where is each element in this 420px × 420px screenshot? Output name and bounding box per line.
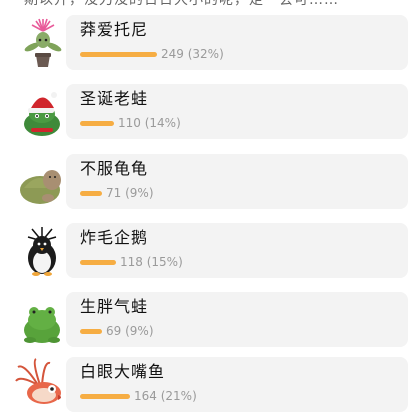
item-name: 生胖气蛙 xyxy=(80,297,149,316)
vote-item[interactable]: 炸毛企鹅 118 (15%) xyxy=(8,223,408,278)
vote-item[interactable]: 不服龟龟 71 (9%) xyxy=(8,154,408,209)
vote-percent: (14%) xyxy=(144,116,181,130)
vote-bar xyxy=(80,393,130,399)
item-name: 炸毛企鹅 xyxy=(80,228,149,247)
chubby-frog-plush-icon xyxy=(14,292,70,347)
item-name: 不服龟龟 xyxy=(80,159,149,178)
vote-count: 69 xyxy=(106,324,122,338)
vote-stat-row: 69 (9%) xyxy=(80,323,154,339)
vote-percent: (9%) xyxy=(125,186,154,200)
lionfish-plush-icon xyxy=(14,357,70,412)
vote-results-page: 期以开，没刀没的日日大小的呢，走一会可…… 莽爱托尼 249 (32%) 圣诞老… xyxy=(0,0,420,420)
vote-stat-row: 249 (32%) xyxy=(80,46,224,62)
vote-bar xyxy=(80,328,102,334)
vote-count: 164 xyxy=(134,389,157,403)
vote-percent: (15%) xyxy=(146,255,183,269)
vote-card: 不服龟龟 71 (9%) xyxy=(66,154,408,209)
header-partial-text: 期以开，没刀没的日日大小的呢，走一会可…… xyxy=(24,0,339,8)
vote-item[interactable]: 生胖气蛙 69 (9%) xyxy=(8,292,408,347)
vote-bar xyxy=(80,120,114,126)
thistle-plant-plush-icon xyxy=(14,15,70,70)
vote-bar xyxy=(80,51,157,57)
vote-card: 炸毛企鹅 118 (15%) xyxy=(66,223,408,278)
item-name: 白眼大嘴鱼 xyxy=(80,362,166,381)
vote-card: 白眼大嘴鱼 164 (21%) xyxy=(66,357,408,412)
turtle-plush-icon xyxy=(14,154,70,209)
santa-frog-plush-icon xyxy=(14,84,70,139)
vote-item[interactable]: 白眼大嘴鱼 164 (21%) xyxy=(8,357,408,412)
vote-bar xyxy=(80,259,116,265)
vote-stat-row: 110 (14%) xyxy=(80,115,181,131)
vote-percent: (32%) xyxy=(187,47,224,61)
vote-card: 圣诞老蛙 110 (14%) xyxy=(66,84,408,139)
vote-count: 249 xyxy=(161,47,184,61)
vote-stat-row: 164 (21%) xyxy=(80,388,197,404)
vote-count: 110 xyxy=(118,116,141,130)
vote-card: 生胖气蛙 69 (9%) xyxy=(66,292,408,347)
fluffy-penguin-plush-icon xyxy=(14,223,70,278)
vote-item[interactable]: 圣诞老蛙 110 (14%) xyxy=(8,84,408,139)
vote-stat-row: 118 (15%) xyxy=(80,254,183,270)
item-name: 莽爱托尼 xyxy=(80,20,149,39)
vote-stat-row: 71 (9%) xyxy=(80,185,154,201)
item-name: 圣诞老蛙 xyxy=(80,89,149,108)
vote-percent: (9%) xyxy=(125,324,154,338)
vote-percent: (21%) xyxy=(160,389,197,403)
vote-count: 71 xyxy=(106,186,122,200)
vote-count: 118 xyxy=(120,255,143,269)
vote-card: 莽爱托尼 249 (32%) xyxy=(66,15,408,70)
vote-bar xyxy=(80,190,102,196)
vote-item[interactable]: 莽爱托尼 249 (32%) xyxy=(8,15,408,70)
